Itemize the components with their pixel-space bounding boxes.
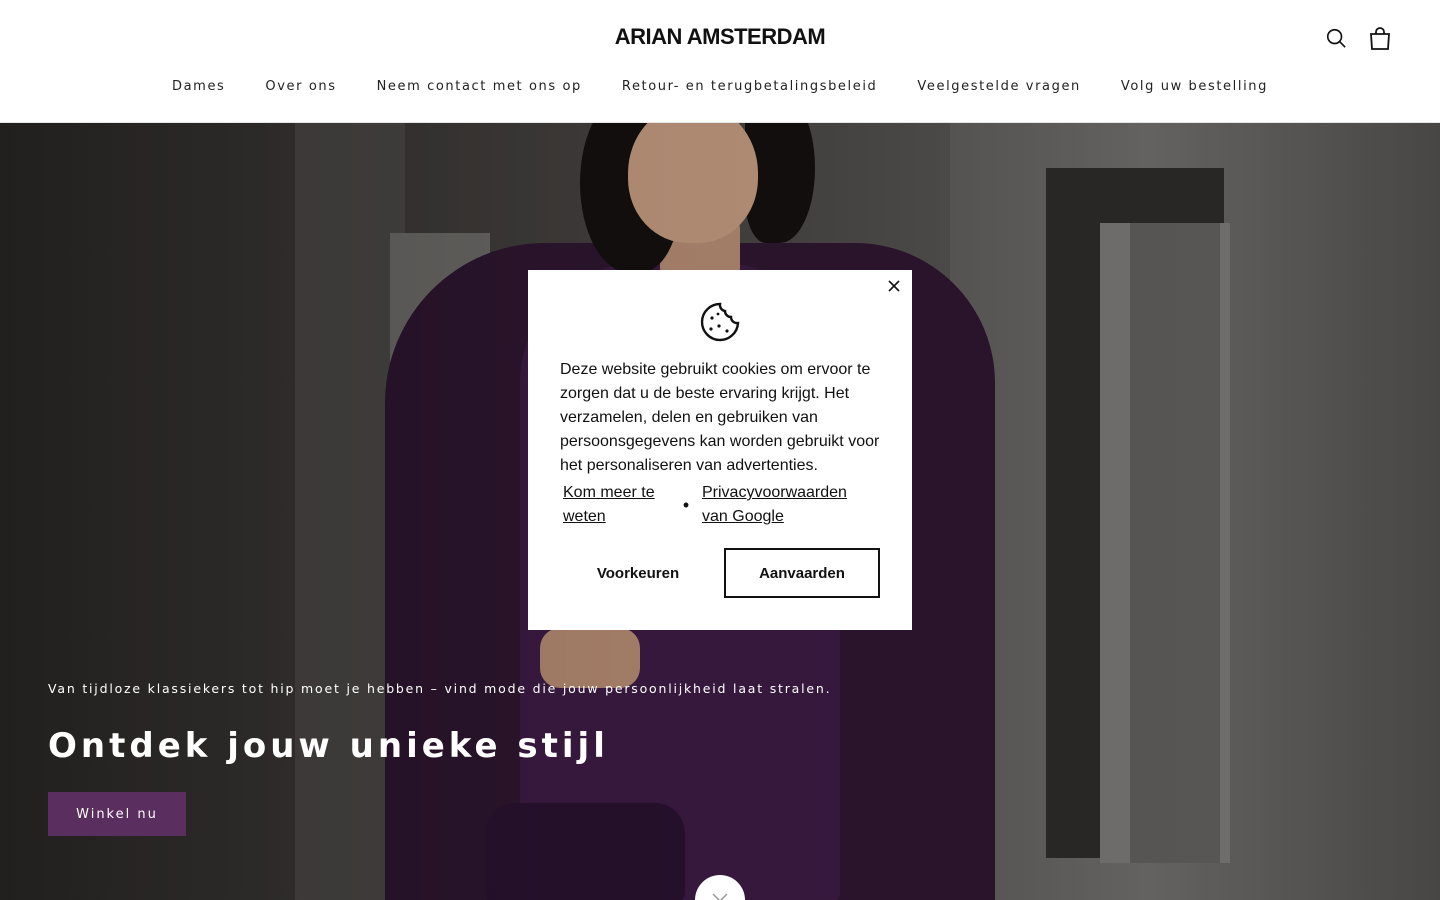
shopping-bag-icon[interactable]	[1368, 24, 1392, 52]
main-nav: Dames Over ons Neem contact met ons op R…	[0, 79, 1440, 94]
chevron-down-icon	[711, 889, 729, 900]
nav-item-over-ons[interactable]: Over ons	[265, 79, 336, 94]
close-icon[interactable]	[882, 274, 906, 298]
site-logo[interactable]: ARIAN AMSTERDAM	[0, 24, 1440, 50]
accept-button[interactable]: Aanvaarden	[724, 548, 880, 598]
nav-item-track-order[interactable]: Volg uw bestelling	[1121, 79, 1268, 94]
nav-item-contact[interactable]: Neem contact met ons op	[377, 79, 582, 94]
cookie-icon	[699, 301, 741, 343]
site-header: ARIAN AMSTERDAM Dames Over ons Neem cont…	[0, 0, 1440, 123]
search-icon[interactable]	[1324, 24, 1348, 52]
hero-text: Van tijdloze klassiekers tot hip moet je…	[48, 681, 831, 766]
cookie-links: Kom meer te weten • Privacyvoorwaarden v…	[560, 481, 885, 529]
hero-subtitle: Van tijdloze klassiekers tot hip moet je…	[48, 681, 832, 696]
separator-dot: •	[682, 495, 690, 515]
shop-now-button[interactable]: Winkel nu	[48, 792, 186, 836]
nav-item-dames[interactable]: Dames	[172, 79, 225, 94]
learn-more-link[interactable]: Kom meer te weten	[560, 481, 670, 529]
nav-item-retour[interactable]: Retour- en terugbetalingsbeleid	[622, 79, 878, 94]
nav-item-faq[interactable]: Veelgestelde vragen	[917, 79, 1081, 94]
cookie-consent-dialog: Deze website gebruikt cookies om ervoor …	[528, 270, 912, 630]
header-actions	[1324, 24, 1392, 52]
hero-title: Ontdek jouw unieke stijl	[48, 726, 609, 766]
cookie-message: Deze website gebruikt cookies om ervoor …	[560, 361, 880, 474]
google-privacy-link[interactable]: Privacyvoorwaarden van Google	[702, 481, 862, 529]
preferences-button[interactable]: Voorkeuren	[560, 548, 716, 598]
